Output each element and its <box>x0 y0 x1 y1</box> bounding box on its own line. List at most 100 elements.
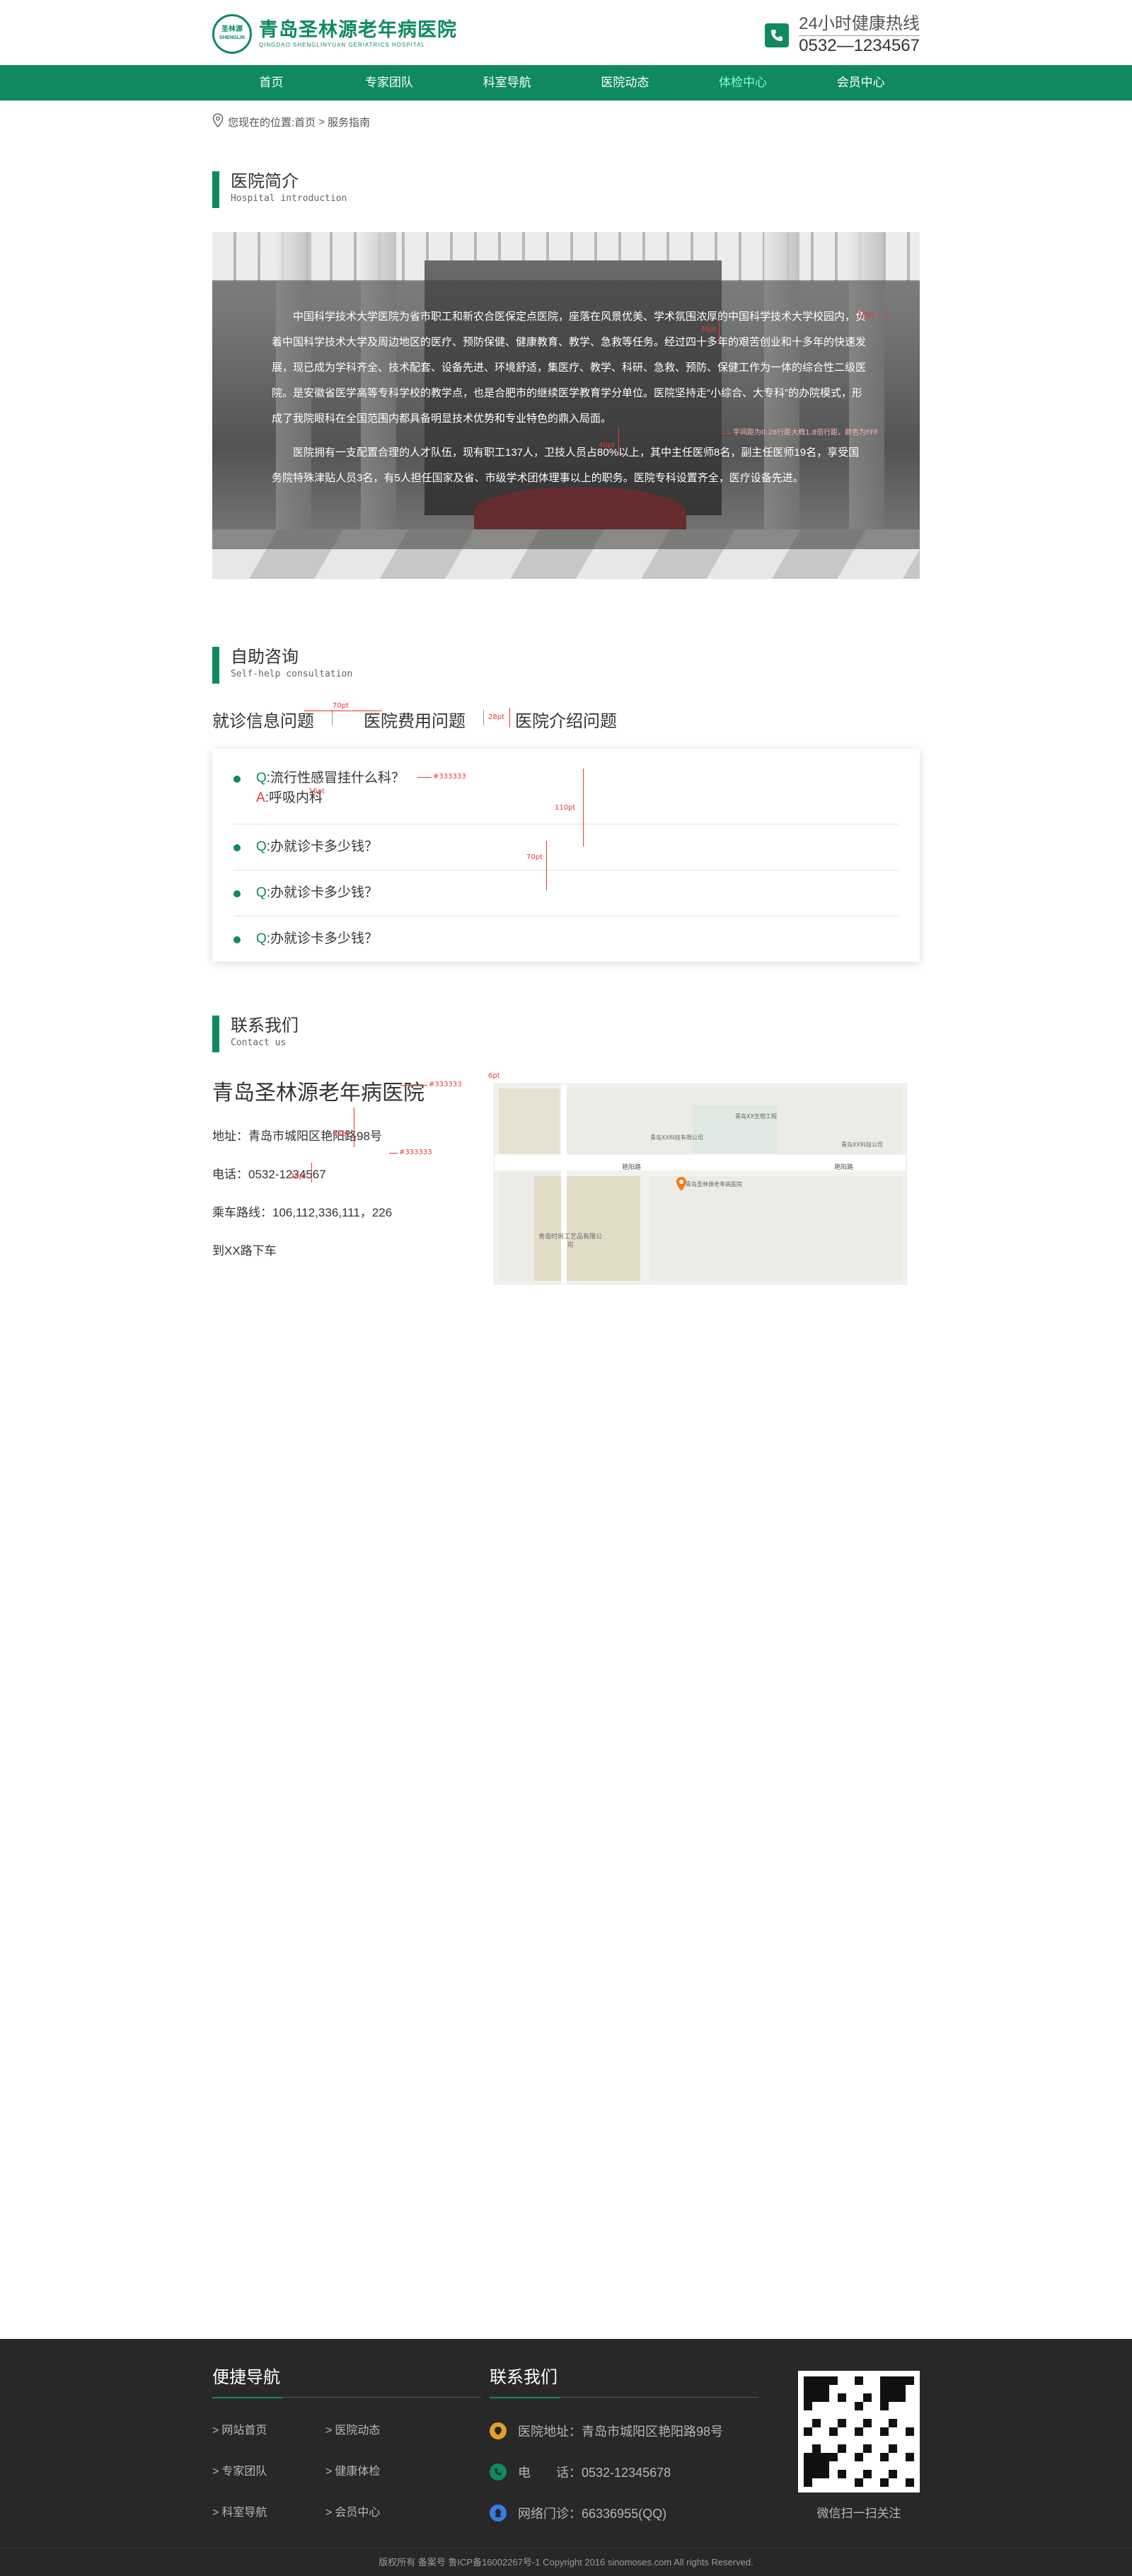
footer-address-text: 医院地址：青岛市城阳区艳阳路98号 <box>518 2425 724 2439</box>
qr-cell <box>846 2444 855 2453</box>
breadcrumb-current: 服务指南 <box>327 116 370 129</box>
qr-cell <box>829 2419 838 2427</box>
contact-section-title: 联系我们 Contact us <box>212 1016 920 1054</box>
footer-link[interactable]: > 会员中心 <box>325 2492 439 2534</box>
qr-cell <box>863 2470 872 2478</box>
footer-link[interactable]: > 网站首页 <box>212 2410 325 2451</box>
footer-link-label: 网站首页 <box>221 2425 267 2437</box>
intro-text: 中国科学技术大学医院为省市职工和新农合医保定点医院，座落在风景优美、学术氛围浓厚… <box>272 304 866 491</box>
title-bar <box>212 647 219 684</box>
footer-link[interactable]: > 专家团队 <box>212 2451 325 2492</box>
annotation: 28pt <box>290 1173 306 1180</box>
faq-question[interactable]: Q:办就诊卡多少钱？ <box>256 929 899 949</box>
qr-cell <box>804 2461 812 2470</box>
footer-divider <box>490 2397 758 2398</box>
faq-question[interactable]: Q:流行性感冒挂什么科？ <box>256 769 899 788</box>
tab-hospital-intro[interactable]: 医院介绍问题 <box>515 707 635 732</box>
qr-cell <box>812 2436 821 2444</box>
footer-contact: 联系我们 医院地址：青岛市城阳区艳阳路98号 电 话：0532-12345678 <box>490 2367 758 2534</box>
contact-info: 青岛圣林源老年病医院 地址：青岛市城阳区艳阳路98号 电话：0532-12345… <box>212 1079 488 1284</box>
footer-link[interactable]: > 健康体检 <box>325 2451 439 2492</box>
logo-emblem-subtext: SHENGLIN <box>219 35 246 40</box>
qr-cell <box>838 2427 846 2436</box>
footer-phone: 电 话：0532-12345678 <box>490 2451 758 2492</box>
qr-cell <box>872 2376 880 2385</box>
qr-cell <box>846 2470 855 2478</box>
qr-cell <box>889 2478 897 2487</box>
qr-cell <box>855 2478 863 2487</box>
faq-item[interactable]: Q:办就诊卡多少钱？ <box>233 824 899 870</box>
contact-title: 联系我们 <box>231 1016 299 1035</box>
bullet-dot <box>233 936 241 943</box>
annotation-line <box>311 1163 312 1183</box>
nav-checkup[interactable]: 体检中心 <box>684 65 802 100</box>
faq-question[interactable]: Q:办就诊卡多少钱？ <box>256 883 899 903</box>
breadcrumb-separator: > <box>318 115 325 128</box>
qr-cell <box>863 2427 872 2436</box>
footer-contact-title: 联系我们 <box>490 2368 558 2387</box>
map-poi-label: 青岛圣林源老年病医院 <box>686 1181 742 1188</box>
qr-cell <box>846 2478 855 2487</box>
chevron-right-icon: > <box>325 2507 333 2519</box>
nav-news[interactable]: 医院动态 <box>566 65 684 100</box>
qr-cell <box>846 2376 855 2385</box>
footer-link[interactable]: > 科室导航 <box>212 2492 325 2534</box>
qr-cell <box>872 2461 880 2470</box>
nav-experts[interactable]: 专家团队 <box>330 65 449 100</box>
qr-cell <box>872 2393 880 2402</box>
qr-cell <box>812 2419 821 2427</box>
nav-home[interactable]: 首页 <box>212 65 330 100</box>
qr-cell <box>906 2393 914 2402</box>
faq-question-text: :办就诊卡多少钱？ <box>266 839 379 854</box>
nav-departments[interactable]: 科室导航 <box>448 65 566 100</box>
annotation: 70pt <box>333 702 349 710</box>
hotline-title: 24小时健康热线 <box>799 14 920 36</box>
qr-cell <box>838 2444 846 2453</box>
bullet-dot <box>233 776 241 783</box>
annotation: 70pt <box>526 853 543 861</box>
intro-paragraph: 中国科学技术大学医院为省市职工和新农合医保定点医院，座落在风景优美、学术氛围浓厚… <box>272 311 867 425</box>
qr-cell <box>872 2402 880 2410</box>
qr-cell <box>846 2385 855 2393</box>
faq-item[interactable]: Q:办就诊卡多少钱？ <box>233 870 899 916</box>
qr-cell <box>821 2478 829 2487</box>
qr-cell <box>804 2410 812 2419</box>
qr-cell <box>829 2402 838 2410</box>
footer-link-label: 会员中心 <box>335 2507 381 2519</box>
nav-members[interactable]: 会员中心 <box>802 65 920 100</box>
footer-link[interactable]: > 医院动态 <box>325 2410 439 2451</box>
qr-cell <box>829 2385 838 2393</box>
footer-online-text[interactable]: 网络门诊：66336955(QQ) <box>518 2504 666 2522</box>
qr-cell <box>889 2376 897 2385</box>
faq-item[interactable]: Q:办就诊卡多少钱？ <box>233 916 899 962</box>
breadcrumb: 您现在的位置: 首页 > 服务指南 <box>212 100 920 143</box>
qr-cell <box>821 2453 829 2461</box>
qr-cell <box>897 2427 906 2436</box>
wechat-qr-code <box>798 2371 920 2492</box>
faq-question[interactable]: Q:办就诊卡多少钱？ <box>256 837 899 857</box>
qr-cell <box>821 2427 829 2436</box>
logo[interactable]: 圣林源 SHENGLIN 青岛圣林源老年病医院 QINGDAO SHENGLIN… <box>212 14 457 54</box>
location-map[interactable]: 艳阳路 艳阳路 青岛圣林源老年病医院 青岛时尚工艺品有限公司 青岛XX科技有限公… <box>494 1083 907 1284</box>
qr-cell <box>838 2478 846 2487</box>
logo-emblem: 圣林源 SHENGLIN <box>212 14 252 54</box>
qr-cell <box>812 2470 821 2478</box>
annotation-line <box>546 841 547 890</box>
annotation-line <box>389 1153 398 1154</box>
map-marker-icon[interactable] <box>676 1176 687 1195</box>
qr-cell <box>880 2385 889 2393</box>
chevron-right-icon: > <box>212 2425 219 2437</box>
logo-title: 青岛圣林源老年病医院 <box>259 19 457 40</box>
footer-online: 网络门诊：66336955(QQ) <box>490 2492 758 2534</box>
qr-cell <box>889 2427 897 2436</box>
qr-cell <box>872 2385 880 2393</box>
qr-cell <box>855 2376 863 2385</box>
qr-cell <box>880 2461 889 2470</box>
qr-cell <box>829 2436 838 2444</box>
title-bar <box>212 171 219 208</box>
faq-item[interactable]: Q:流行性感冒挂什么科？ A:呼吸内科 <box>233 756 899 824</box>
breadcrumb-home[interactable]: 首页 <box>294 115 316 130</box>
qr-cell <box>889 2461 897 2470</box>
annotation-line <box>618 427 619 456</box>
intro-paragraph: 医院拥有一支配置合理的人才队伍，现有职工137人，卫技人员占80%以上，其中主任… <box>272 447 860 484</box>
